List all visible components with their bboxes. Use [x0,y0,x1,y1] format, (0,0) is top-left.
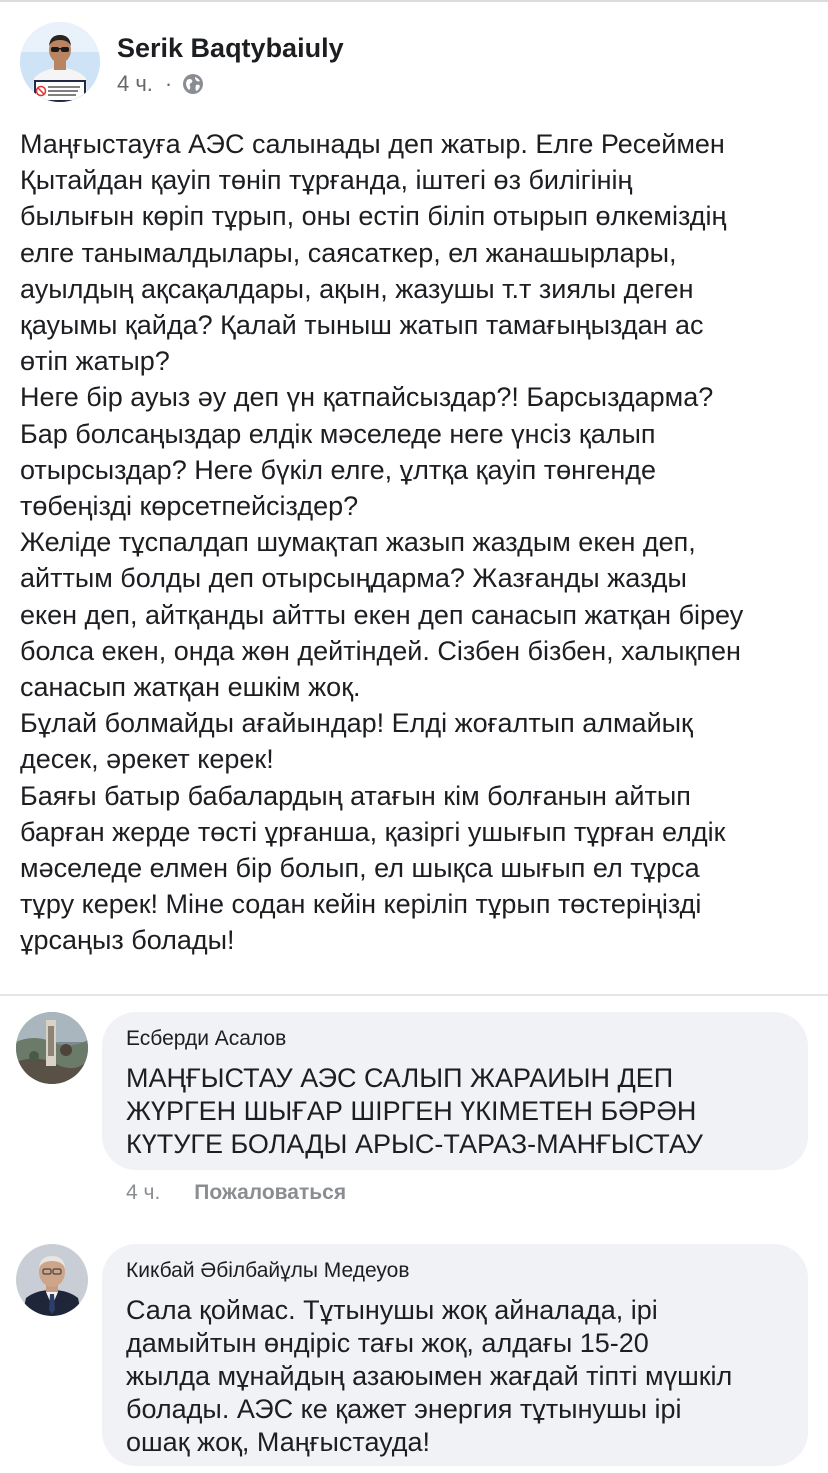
comment-author[interactable]: Есберди Асалов [126,1027,286,1051]
commenter-avatar[interactable] [16,1012,88,1084]
meta-separator: · [164,71,173,96]
post-paragraph: Желіде тұспалдап шумақтап жазып жаздым е… [20,527,744,703]
comments-divider [0,994,828,996]
comment-text: Сала қоймас. Тұтынушы жоқ айналада, ірі … [126,1295,733,1457]
report-button[interactable]: Пожаловаться [194,1181,346,1205]
post-time[interactable]: 4 ч. [117,71,153,97]
author-avatar[interactable] [20,22,100,102]
comment-bubble: Кикбай Әбілбайұлы Медеуов Сала қоймас. Т… [102,1244,808,1466]
post-paragraph: Баяғы батыр бабалардың атағын кім болған… [20,780,726,956]
post-paragraph: Неге бір ауыз әу деп үн қатпайсыздар?! Б… [20,382,714,522]
post-author-name[interactable]: Serik Baqtybaiuly [117,33,344,64]
comment-time[interactable]: 4 ч. [126,1181,160,1205]
post-paragraph: Бұлай болмайды ағайындар! Елді жоғалтып … [20,708,693,775]
globe-icon[interactable] [182,73,204,95]
comment-text: МАҢҒЫСТАУ АЭС САЛЫП ЖАРАИЫН ДЕП ЖҮРГЕН Ш… [126,1063,703,1159]
post-paragraph: Маңғыстауға АЭС салынады деп жатыр. Елге… [20,129,727,377]
comment-actions: 4 ч. Пожаловаться [126,1181,346,1205]
post-header: Serik Baqtybaiuly 4 ч. · [0,0,828,110]
commenter-avatar[interactable] [16,1244,88,1316]
post-meta: 4 ч. · [117,70,204,98]
comment-author[interactable]: Кикбай Әбілбайұлы Медеуов [126,1259,410,1283]
comment-bubble: Есберди Асалов МАҢҒЫСТАУ АЭС САЛЫП ЖАРАИ… [102,1012,808,1170]
post-text: Маңғыстауға АЭС салынады деп жатыр. Елге… [20,126,820,959]
